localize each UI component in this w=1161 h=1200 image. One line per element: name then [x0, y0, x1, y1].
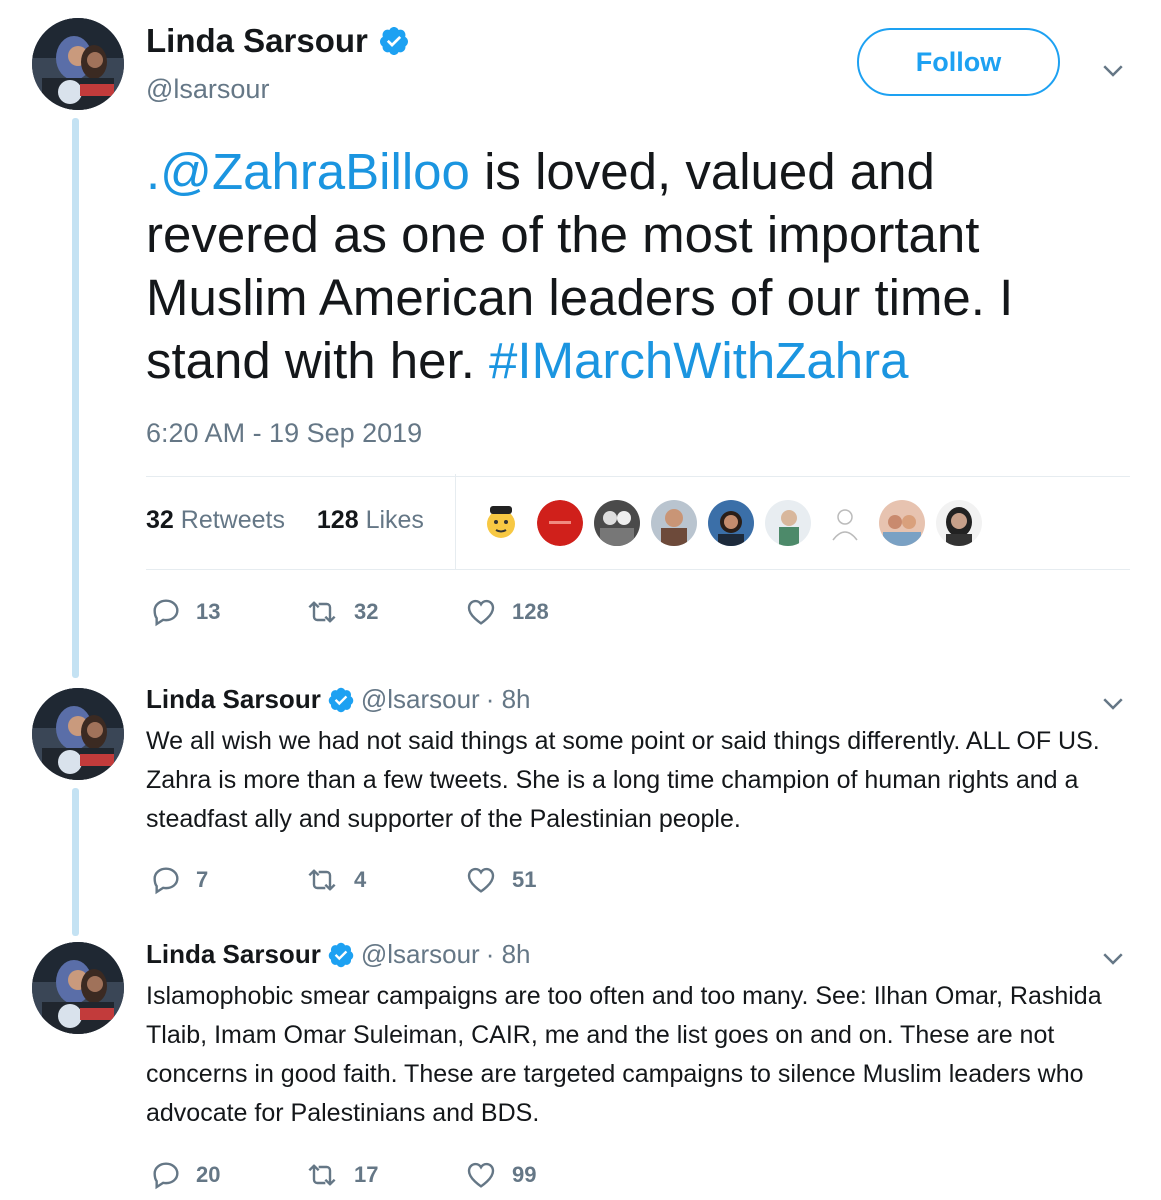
tweet-text: We all wish we had not said things at so… [146, 727, 1100, 833]
heart-icon [464, 864, 498, 896]
author-header: Linda Sarsour [146, 22, 410, 60]
tweet-timestamp[interactable]: 6:20 AM - 19 Sep 2019 [146, 418, 422, 449]
reply-action[interactable]: 13 [150, 596, 220, 628]
reply-header: Linda Sarsour @lsarsour · 8h [146, 684, 531, 715]
reply-icon [150, 864, 182, 896]
like-action[interactable]: 51 [464, 864, 536, 896]
mention-link[interactable]: .@ZahraBilloo [146, 143, 470, 200]
liker-avatar[interactable] [708, 500, 754, 546]
like-action[interactable]: 99 [464, 1159, 536, 1191]
reply-count: 20 [196, 1162, 221, 1187]
liker-avatar[interactable] [594, 500, 640, 546]
liker-avatar[interactable] [651, 500, 697, 546]
verified-badge-icon [327, 686, 355, 714]
liker-avatar[interactable] [822, 500, 868, 546]
follow-button[interactable]: Follow [857, 28, 1060, 96]
retweet-icon [304, 864, 340, 896]
thread-line [72, 788, 79, 936]
verified-badge-icon [327, 941, 355, 969]
like-count: 99 [512, 1162, 537, 1187]
chevron-down-icon[interactable] [1098, 688, 1128, 718]
heart-icon [464, 1159, 498, 1191]
retweet-icon [304, 1159, 340, 1191]
tweet-time[interactable]: · 8h [486, 939, 531, 970]
author-handle[interactable]: @lsarsour [146, 74, 269, 105]
retweet-count: 17 [354, 1162, 379, 1187]
liker-avatar[interactable] [537, 500, 583, 546]
heart-icon [464, 596, 498, 628]
likes-count: 128 [316, 506, 359, 534]
like-count: 128 [512, 599, 549, 624]
reply-action[interactable]: 7 [150, 864, 208, 896]
tweet-time[interactable]: · 8h [486, 684, 531, 715]
author-handle[interactable]: @lsarsour [361, 684, 480, 715]
chevron-down-icon[interactable] [1098, 943, 1128, 973]
retweets-count: 32 [146, 506, 174, 534]
likes-stat[interactable]: 128 Likes [317, 506, 424, 534]
author-name[interactable]: Linda Sarsour [146, 22, 368, 60]
reply-icon [150, 1159, 182, 1191]
reply-header: Linda Sarsour @lsarsour · 8h [146, 939, 531, 970]
divider [146, 476, 1130, 477]
chevron-down-icon[interactable] [1098, 55, 1128, 85]
divider [146, 569, 1130, 570]
tweet-text: Islamophobic smear campaigns are too oft… [146, 982, 1102, 1127]
reply-count: 13 [196, 599, 221, 624]
liker-avatar[interactable] [936, 500, 982, 546]
retweet-action[interactable]: 32 [304, 596, 378, 628]
reply-icon [150, 596, 182, 628]
retweet-action[interactable]: 4 [304, 864, 366, 896]
author-name[interactable]: Linda Sarsour [146, 684, 321, 715]
thread-line [72, 118, 79, 678]
reply-count: 7 [196, 867, 209, 892]
likes-label: Likes [365, 506, 424, 534]
engagement-stats: 32 Retweets 128 Likes [146, 506, 424, 535]
retweet-action[interactable]: 17 [304, 1159, 378, 1191]
like-count: 51 [512, 867, 537, 892]
like-action[interactable]: 128 [464, 596, 549, 628]
avatar[interactable] [32, 942, 124, 1034]
divider [455, 474, 456, 570]
liker-avatar[interactable] [765, 500, 811, 546]
author-handle[interactable]: @lsarsour [361, 939, 480, 970]
avatar[interactable] [32, 688, 124, 780]
author-name[interactable]: Linda Sarsour [146, 939, 321, 970]
avatar[interactable] [32, 18, 124, 110]
reply-action[interactable]: 20 [150, 1159, 220, 1191]
retweet-count: 32 [354, 599, 379, 624]
hashtag-link[interactable]: #IMarchWithZahra [489, 332, 908, 389]
retweet-count: 4 [354, 867, 367, 892]
liker-avatar[interactable] [879, 500, 925, 546]
liker-avatar[interactable] [478, 500, 524, 546]
retweets-label: Retweets [180, 506, 285, 534]
retweet-icon [304, 596, 340, 628]
tweet-text: .@ZahraBilloo is loved, valued and rever… [146, 140, 1106, 392]
retweets-stat[interactable]: 32 Retweets [146, 506, 285, 534]
verified-badge-icon [378, 25, 410, 57]
